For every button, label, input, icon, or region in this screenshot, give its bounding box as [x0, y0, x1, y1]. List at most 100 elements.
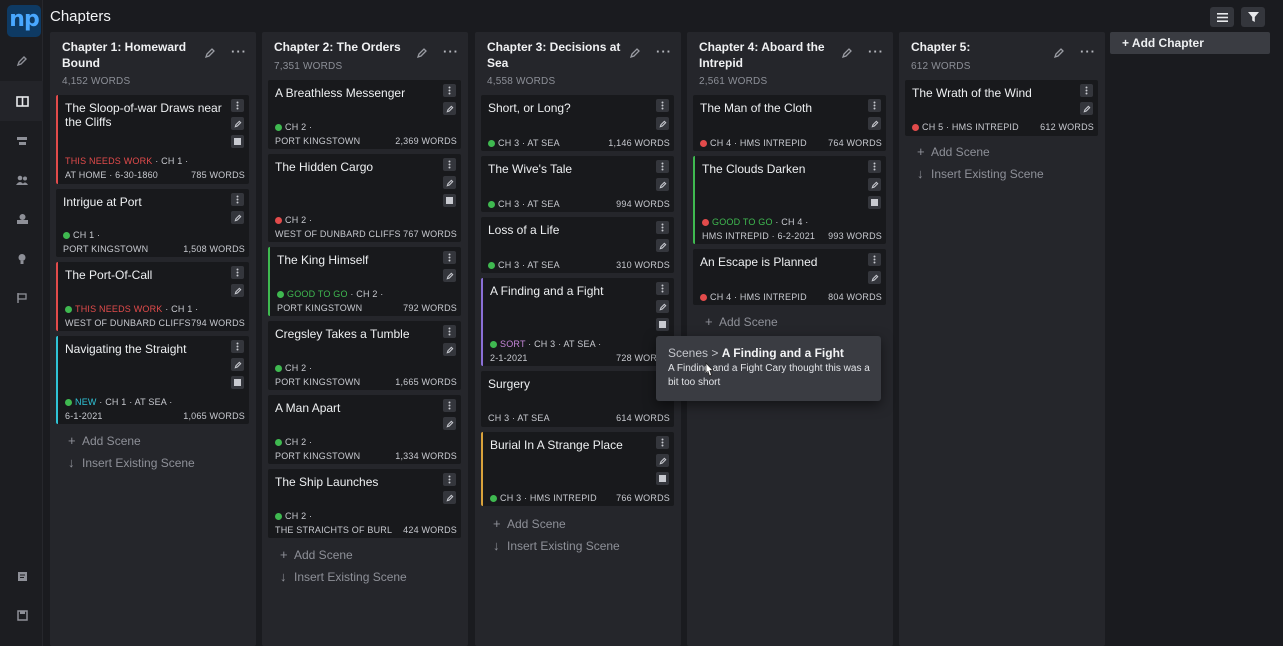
- scene-edit-icon[interactable]: [231, 358, 244, 371]
- scene-menu-icon[interactable]: [868, 253, 881, 266]
- scene-edit-icon[interactable]: [443, 269, 456, 282]
- scene-edit-icon[interactable]: [656, 300, 669, 313]
- scene-menu-icon[interactable]: [656, 221, 669, 234]
- scene-menu-icon[interactable]: [656, 160, 669, 173]
- scene-card[interactable]: Burial In A Strange Place CH 3 · HMS INT…: [481, 432, 674, 506]
- scene-menu-icon[interactable]: [231, 99, 244, 112]
- scene-card[interactable]: Navigating the Straight NEW · CH 1 · AT …: [56, 336, 249, 424]
- scene-notes-icon[interactable]: [656, 318, 669, 331]
- scene-edit-icon[interactable]: [443, 176, 456, 189]
- scene-menu-icon[interactable]: [656, 99, 669, 112]
- scene-edit-icon[interactable]: [656, 239, 669, 252]
- scene-edit-icon[interactable]: [656, 117, 669, 130]
- scene-menu-icon[interactable]: [656, 436, 669, 449]
- more-options-icon[interactable]: ···: [1080, 44, 1096, 59]
- list-view-button[interactable]: [1210, 7, 1234, 27]
- scene-menu-icon[interactable]: [868, 160, 881, 173]
- add-scene-button[interactable]: + Add Scene: [493, 516, 566, 531]
- scene-card[interactable]: A Man Apart CH 2 · PORT KINGSTOWN 1,334 …: [268, 395, 461, 464]
- chapter-title[interactable]: Chapter 3: Decisions at Sea: [487, 39, 637, 71]
- chapter-title[interactable]: Chapter 4: Aboard the Intrepid: [699, 39, 849, 71]
- scene-menu-icon[interactable]: [443, 158, 456, 171]
- people-icon[interactable]: [11, 169, 33, 191]
- filter-button[interactable]: [1241, 7, 1265, 27]
- scene-menu-icon[interactable]: [231, 193, 244, 206]
- scene-edit-icon[interactable]: [443, 491, 456, 504]
- insert-existing-scene-button[interactable]: ↓ Insert Existing Scene: [280, 569, 407, 584]
- scene-edit-icon[interactable]: [868, 117, 881, 130]
- add-scene-button[interactable]: + Add Scene: [917, 144, 990, 159]
- more-options-icon[interactable]: ···: [656, 44, 672, 59]
- pen-icon[interactable]: [11, 50, 33, 72]
- chapter-title[interactable]: Chapter 2: The Orders: [274, 39, 424, 55]
- scene-edit-icon[interactable]: [868, 271, 881, 284]
- notes-icon[interactable]: [11, 565, 33, 587]
- scene-edit-icon[interactable]: [231, 117, 244, 130]
- scene-edit-icon[interactable]: [231, 211, 244, 224]
- scene-menu-icon[interactable]: [656, 282, 669, 295]
- scene-card[interactable]: A Breathless Messenger CH 2 · PORT KINGS…: [268, 80, 461, 149]
- scene-notes-icon[interactable]: [443, 194, 456, 207]
- edit-icon[interactable]: [841, 47, 853, 59]
- scene-card[interactable]: A Finding and a Fight SORT · CH 3 · AT S…: [481, 278, 674, 366]
- scene-notes-icon[interactable]: [868, 196, 881, 209]
- scene-card[interactable]: Loss of a Life CH 3 · AT SEA 310 WORDS: [481, 217, 674, 273]
- lightbulb-icon[interactable]: [11, 248, 33, 270]
- scene-edit-icon[interactable]: [868, 178, 881, 191]
- insert-existing-scene-button[interactable]: ↓ Insert Existing Scene: [68, 455, 195, 470]
- chapter-title[interactable]: Chapter 1: Homeward Bound: [62, 39, 212, 71]
- scene-card[interactable]: The Sloop-of-war Draws near the Cliffs T…: [56, 95, 249, 184]
- scene-card[interactable]: Short, or Long? CH 3 · AT SEA 1,146 WORD…: [481, 95, 674, 151]
- chapter-title[interactable]: Chapter 5:: [911, 39, 1061, 55]
- scene-edit-icon[interactable]: [443, 417, 456, 430]
- scene-menu-icon[interactable]: [868, 99, 881, 112]
- scene-edit-icon[interactable]: [231, 284, 244, 297]
- scene-card[interactable]: The Ship Launches CH 2 · THE STRAICHTS O…: [268, 469, 461, 538]
- scene-menu-icon[interactable]: [443, 251, 456, 264]
- insert-existing-scene-button[interactable]: ↓ Insert Existing Scene: [917, 166, 1044, 181]
- edit-icon[interactable]: [416, 47, 428, 59]
- scene-card[interactable]: Cregsley Takes a Tumble CH 2 · PORT KING…: [268, 321, 461, 390]
- more-options-icon[interactable]: ···: [868, 44, 884, 59]
- scene-card[interactable]: The Wive's Tale CH 3 · AT SEA 994 WORDS: [481, 156, 674, 212]
- scene-card[interactable]: The Wrath of the Wind CH 5 · HMS INTREPI…: [905, 80, 1098, 136]
- edit-icon[interactable]: [204, 47, 216, 59]
- insert-existing-scene-button[interactable]: ↓ Insert Existing Scene: [493, 538, 620, 553]
- add-chapter-button[interactable]: + Add Chapter: [1110, 32, 1270, 54]
- flag-icon[interactable]: [11, 287, 33, 309]
- scene-card[interactable]: The Man of the Cloth CH 4 · HMS INTREPID…: [693, 95, 886, 151]
- scene-edit-icon[interactable]: [443, 102, 456, 115]
- scene-edit-icon[interactable]: [656, 454, 669, 467]
- scene-card[interactable]: The Clouds Darken GOOD TO GO · CH 4 · HM…: [693, 156, 886, 244]
- timeline-icon[interactable]: [11, 130, 33, 152]
- board-icon[interactable]: [0, 81, 43, 121]
- scene-edit-icon[interactable]: [1080, 102, 1093, 115]
- scene-card[interactable]: Intrigue at Port CH 1 · PORT KINGSTOWN 1…: [56, 189, 249, 257]
- scene-notes-icon[interactable]: [656, 472, 669, 485]
- scene-menu-icon[interactable]: [443, 399, 456, 412]
- save-icon[interactable]: [11, 604, 33, 626]
- add-scene-button[interactable]: + Add Scene: [280, 547, 353, 562]
- scene-menu-icon[interactable]: [231, 340, 244, 353]
- scene-notes-icon[interactable]: [231, 135, 244, 148]
- scene-card[interactable]: The Hidden Cargo CH 2 · WEST OF DUNBARD …: [268, 154, 461, 242]
- more-options-icon[interactable]: ···: [443, 44, 459, 59]
- more-options-icon[interactable]: ···: [231, 44, 247, 59]
- locations-icon[interactable]: [11, 208, 33, 230]
- scene-edit-icon[interactable]: [443, 343, 456, 356]
- scene-edit-icon[interactable]: [656, 178, 669, 191]
- scene-menu-icon[interactable]: [231, 266, 244, 279]
- edit-icon[interactable]: [629, 47, 641, 59]
- edit-icon[interactable]: [1053, 47, 1065, 59]
- add-scene-button[interactable]: + Add Scene: [705, 314, 778, 329]
- scene-notes-icon[interactable]: [231, 376, 244, 389]
- scene-menu-icon[interactable]: [443, 473, 456, 486]
- scene-card[interactable]: The King Himself GOOD TO GO · CH 2 · POR…: [268, 247, 461, 316]
- scene-card[interactable]: Surgery CH 3 · AT SEA 614 WORDS: [481, 371, 674, 427]
- scene-menu-icon[interactable]: [443, 84, 456, 97]
- app-logo[interactable]: np: [7, 5, 41, 37]
- add-scene-button[interactable]: + Add Scene: [68, 433, 141, 448]
- scene-menu-icon[interactable]: [1080, 84, 1093, 97]
- scene-card[interactable]: An Escape is Planned CH 4 · HMS INTREPID…: [693, 249, 886, 305]
- scene-menu-icon[interactable]: [443, 325, 456, 338]
